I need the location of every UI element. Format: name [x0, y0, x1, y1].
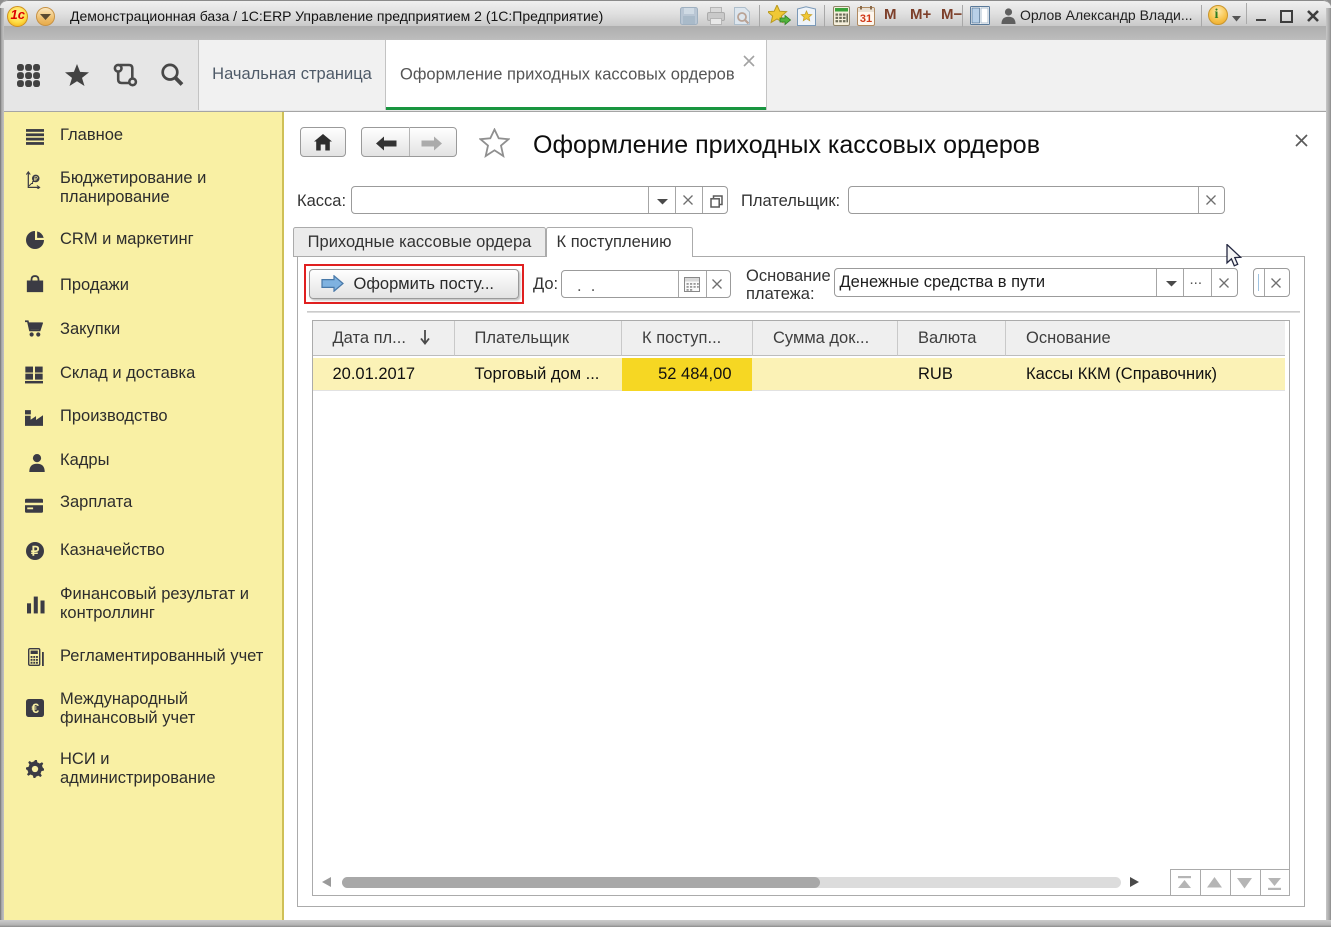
svg-text:€: €	[31, 701, 39, 716]
svg-text:31: 31	[860, 13, 872, 25]
svg-text:₽: ₽	[34, 176, 38, 183]
svg-text:₽: ₽	[31, 543, 40, 558]
